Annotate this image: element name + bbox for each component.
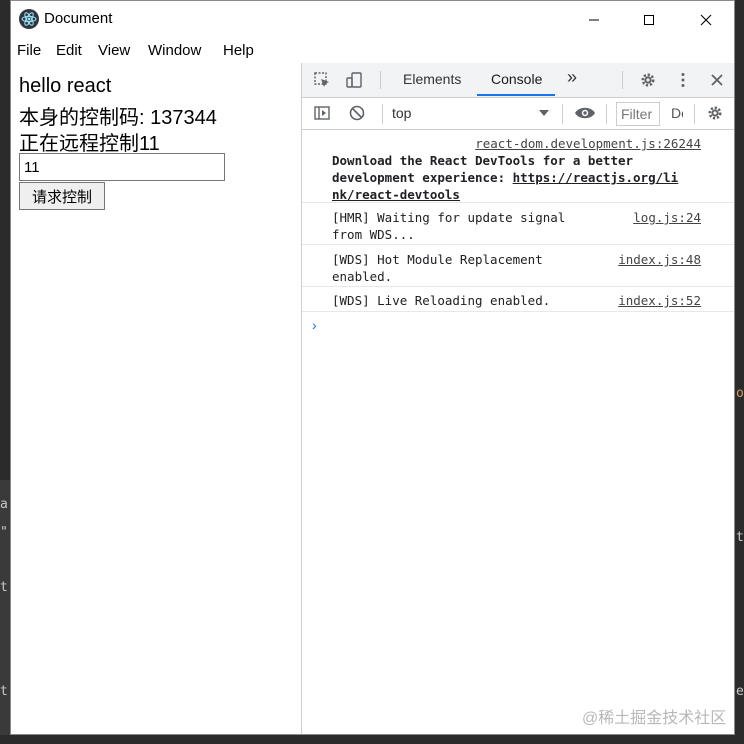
chevron-down-icon[interactable]	[538, 107, 550, 119]
background-editor-fragment: "	[0, 525, 8, 540]
devtools-main-toolbar: Elements Console »	[302, 63, 734, 98]
background-editor-fragment: o	[736, 386, 744, 401]
source-link[interactable]: index.js:48	[618, 251, 701, 268]
toolbar-divider	[380, 71, 381, 89]
device-toolbar-icon[interactable]	[342, 68, 366, 92]
toolbar-divider	[622, 71, 623, 89]
window-title: Document	[44, 10, 113, 27]
minimize-icon	[589, 19, 599, 21]
console-message: react-dom.development.js:26244 Download …	[302, 130, 734, 203]
filter-placeholder: Filter	[621, 106, 653, 122]
close-window-button[interactable]	[683, 7, 729, 33]
context-selector[interactable]: top	[392, 105, 411, 121]
toggle-sidebar-icon[interactable]	[310, 101, 334, 125]
menu-bar: File Edit View Window Help	[11, 37, 734, 65]
minimize-button[interactable]	[571, 7, 617, 33]
background-editor-fragment: t	[736, 530, 744, 545]
devtools-panel: Elements Console » top Filter D react-do…	[301, 63, 734, 734]
tab-elements[interactable]: Elements	[403, 71, 461, 87]
filter-input[interactable]: Filter	[616, 102, 660, 126]
message-text: [WDS] Live Reloading enabled.	[332, 293, 551, 308]
close-icon	[700, 14, 712, 26]
title-bar[interactable]: Document	[11, 1, 734, 37]
more-options-icon[interactable]	[671, 68, 695, 92]
active-tab-indicator	[477, 94, 555, 96]
source-link[interactable]: index.js:52	[618, 292, 701, 309]
console-message: index.js:48 [WDS] Hot Module Replacement…	[302, 245, 734, 287]
app-content: hello react 本身的控制码: 137344 正在远程控制11 请求控制	[11, 65, 301, 734]
menu-window[interactable]: Window	[148, 42, 201, 59]
app-window: Document File Edit View Window Help hell…	[10, 0, 735, 735]
console-message: log.js:24 [HMR] Waiting for update signa…	[302, 203, 734, 245]
menu-view[interactable]: View	[98, 42, 130, 59]
settings-gear-icon[interactable]	[636, 68, 660, 92]
message-text: [HMR] Waiting for update signal from WDS…	[332, 210, 566, 242]
background-editor-fragment: a	[0, 497, 8, 512]
menu-file[interactable]: File	[17, 42, 41, 59]
source-link[interactable]: react-dom.development.js:26244	[475, 135, 701, 152]
console-prompt[interactable]: ›	[312, 317, 317, 333]
maximize-icon	[644, 15, 654, 25]
more-tabs-button[interactable]: »	[567, 67, 577, 88]
menu-help[interactable]: Help	[223, 42, 254, 59]
page-heading: hello react	[19, 75, 112, 97]
request-control-button[interactable]: 请求控制	[19, 182, 105, 210]
console-settings-gear-icon[interactable]	[703, 101, 727, 125]
react-devtools-link-continued[interactable]: nk/react-devtools	[332, 186, 678, 203]
toolbar-divider	[606, 104, 607, 124]
console-message: index.js:52 [WDS] Live Reloading enabled…	[302, 287, 734, 312]
tab-console[interactable]: Console	[491, 71, 542, 87]
background-editor-fragment: e	[736, 684, 744, 699]
own-control-code: 本身的控制码: 137344	[19, 107, 217, 129]
message-text: [WDS] Hot Module Replacement enabled.	[332, 252, 543, 284]
inspect-element-icon[interactable]	[310, 68, 334, 92]
menu-edit[interactable]: Edit	[56, 42, 82, 59]
maximize-button[interactable]	[626, 7, 672, 33]
message-text: Download the React DevTools for a better…	[332, 153, 679, 203]
remote-control-status: 正在远程控制11	[19, 133, 160, 155]
clear-console-icon[interactable]	[345, 101, 369, 125]
log-levels-dropdown[interactable]: De	[671, 105, 683, 121]
source-link[interactable]: log.js:24	[633, 209, 701, 226]
watermark: @稀土掘金技术社区	[582, 710, 727, 727]
react-devtools-link[interactable]: https://reactjs.org/li	[513, 170, 679, 185]
toolbar-divider	[694, 104, 695, 124]
toolbar-divider	[562, 104, 563, 124]
remote-code-input[interactable]	[19, 153, 225, 181]
electron-app-icon	[19, 9, 39, 29]
close-devtools-icon[interactable]	[705, 68, 729, 92]
background-editor-fragment: t	[0, 580, 8, 595]
toolbar-divider	[382, 104, 383, 124]
background-editor-fragment: t	[0, 684, 8, 699]
live-expression-eye-icon[interactable]	[572, 101, 598, 125]
